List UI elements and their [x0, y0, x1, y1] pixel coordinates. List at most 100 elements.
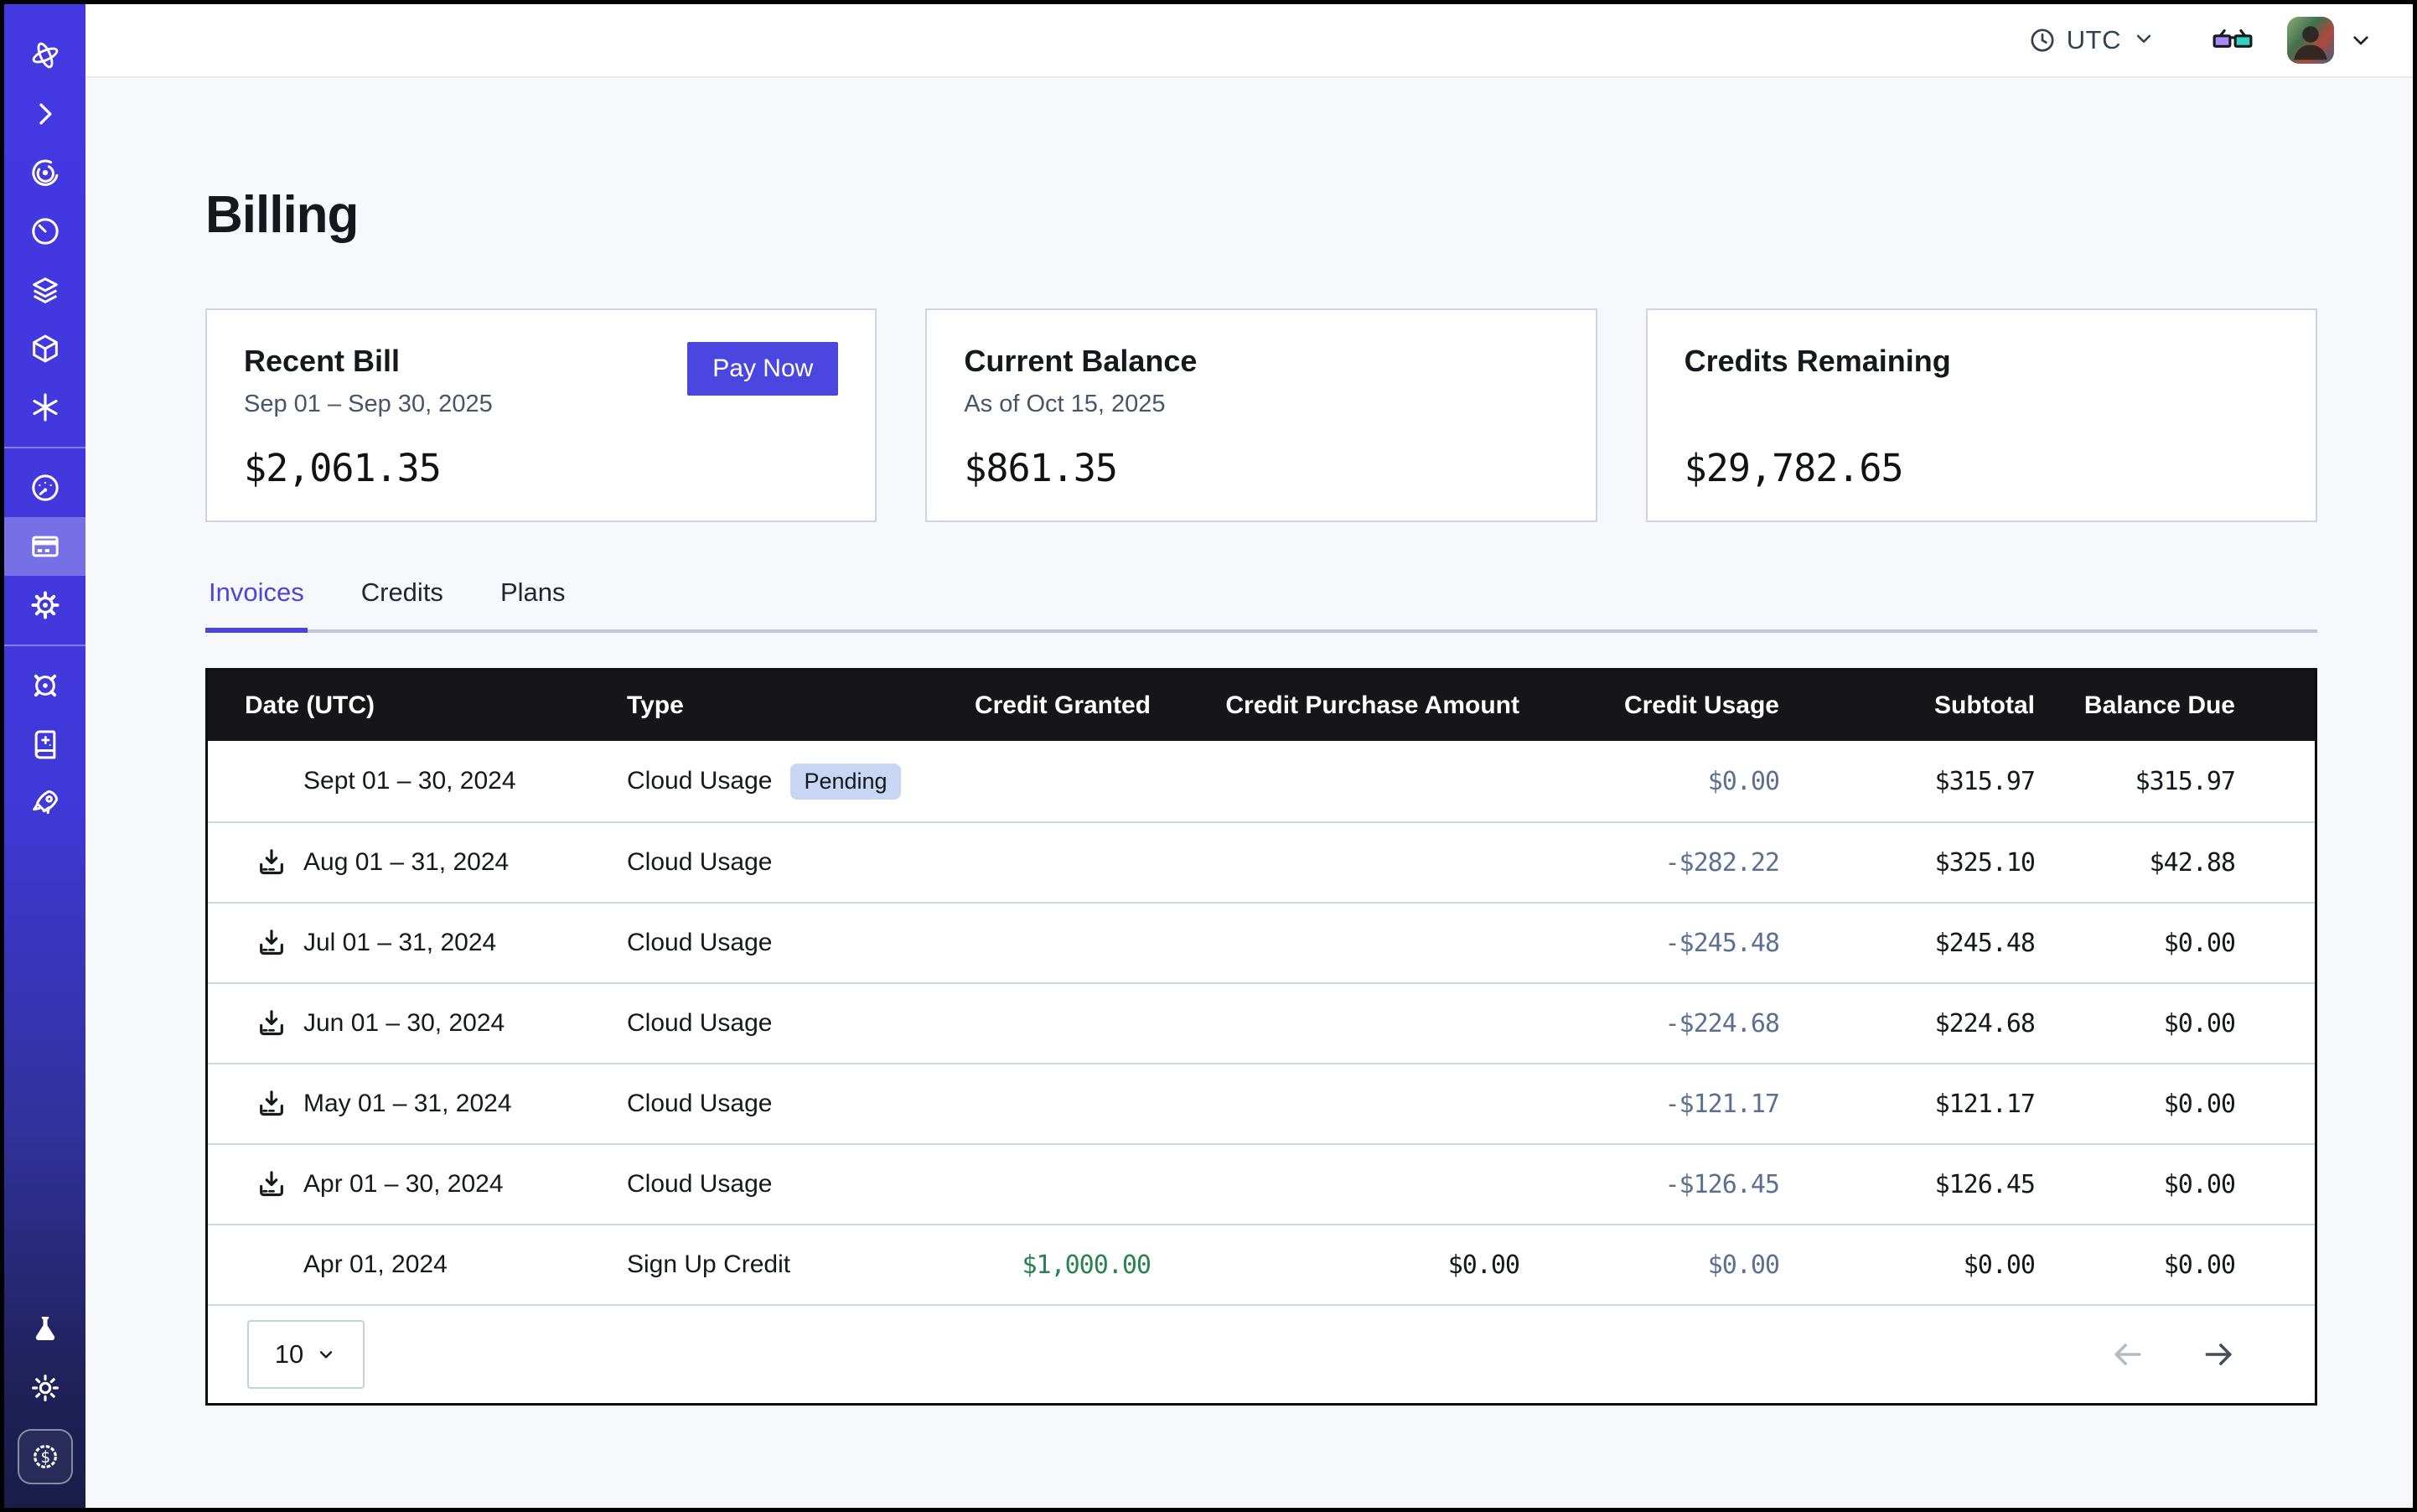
tab-credits[interactable]: Credits [358, 577, 447, 633]
card-title: Credits Remaining [1685, 344, 2279, 379]
sidebar-item-theme[interactable] [4, 1359, 85, 1417]
pay-now-button[interactable]: Pay Now [687, 342, 838, 396]
download-icon[interactable] [255, 926, 288, 960]
sidebar: $ [4, 4, 85, 1508]
summary-cards: Recent Bill Sep 01 – Sep 30, 2025 $2,061… [205, 308, 2317, 522]
previous-page-button[interactable] [2109, 1336, 2145, 1373]
card-subtitle [1685, 391, 2279, 421]
table-footer: 10 [208, 1304, 2315, 1403]
cube-icon [28, 332, 62, 365]
asterisk-icon [28, 391, 62, 424]
subtotal-value: $325.10 [1779, 848, 2035, 878]
invoice-type: Cloud Usage [627, 848, 772, 877]
sidebar-item-labs[interactable] [4, 1300, 85, 1359]
pagination-arrows [2109, 1336, 2238, 1373]
current-balance-card: Current Balance As of Oct 15, 2025 $861.… [925, 308, 1597, 522]
column-header: Balance Due [2035, 691, 2235, 720]
download-icon[interactable] [255, 1007, 288, 1040]
sidebar-item-billing[interactable] [4, 517, 85, 576]
user-avatar[interactable] [2287, 17, 2334, 64]
invoice-type: Cloud Usage [627, 1009, 772, 1038]
credit-usage-value: -$245.48 [1519, 929, 1779, 958]
sidebar-item-credits-badge[interactable]: $ [18, 1429, 73, 1484]
credit-usage-value: -$282.22 [1519, 848, 1779, 878]
credit-usage-value: -$126.45 [1519, 1170, 1779, 1199]
column-header: Credit Usage [1519, 691, 1779, 720]
tab-invoices[interactable]: Invoices [205, 577, 308, 633]
book-sparkles-icon [28, 728, 62, 761]
balance-due-value: $0.00 [2035, 1170, 2235, 1199]
column-header: Subtotal [1779, 691, 2035, 720]
subtotal-value: $315.97 [1779, 767, 2035, 796]
coin-icon: $ [28, 1440, 62, 1473]
sidebar-item-cube[interactable] [4, 319, 85, 378]
sidebar-item-expand[interactable] [4, 85, 85, 143]
chevron-down-icon [2131, 26, 2156, 55]
page-title: Billing [205, 185, 2317, 245]
3d-glasses-icon [2212, 27, 2254, 54]
invoices-table: Date (UTC) Type Credit Granted Credit Pu… [205, 668, 2317, 1406]
invoice-date: Aug 01 – 31, 2024 [303, 848, 509, 877]
download-icon[interactable] [255, 1168, 288, 1201]
card-subtitle: As of Oct 15, 2025 [964, 391, 1558, 421]
invoice-date: Sept 01 – 30, 2024 [303, 767, 516, 795]
flask-icon [28, 1313, 62, 1346]
main-content: Billing Recent Bill Sep 01 – Sep 30, 202… [85, 78, 2413, 1508]
billing-card-icon [28, 530, 62, 563]
next-page-button[interactable] [2201, 1336, 2238, 1373]
timezone-selector[interactable]: UTC [2028, 25, 2156, 55]
sidebar-item-usage[interactable] [4, 458, 85, 517]
sidebar-item-logo[interactable] [4, 26, 85, 85]
table-row: Apr 01 – 30, 2024 Cloud Usage -$126.45 $… [208, 1143, 2315, 1224]
chevron-down-icon [315, 1344, 337, 1365]
page-size-select[interactable]: 10 [247, 1320, 365, 1389]
recent-bill-amount: $2,061.35 [244, 446, 838, 490]
table-row: Aug 01 – 31, 2024 Cloud Usage -$282.22 $… [208, 821, 2315, 902]
chevron-right-icon [28, 97, 62, 131]
table-row: Apr 01, 2024 Sign Up Credit $1,000.00 $0… [208, 1224, 2315, 1304]
sidebar-divider [4, 645, 85, 646]
table-body: Sept 01 – 30, 2024 Cloud Usage Pending $… [208, 741, 2315, 1304]
billing-tabs: Invoices Credits Plans [205, 577, 2317, 633]
sidebar-item-layers[interactable] [4, 261, 85, 319]
credit-purchase-value: $0.00 [1151, 1251, 1519, 1280]
credits-remaining-card: Credits Remaining $29,782.65 [1646, 308, 2317, 522]
avatar-silhouette [2287, 17, 2334, 64]
recent-bill-card: Recent Bill Sep 01 – Sep 30, 2025 $2,061… [205, 308, 877, 522]
page-size-value: 10 [275, 1339, 303, 1370]
subtotal-value: $245.48 [1779, 929, 2035, 958]
user-menu-chevron-icon[interactable] [2347, 27, 2374, 54]
sidebar-item-getting-started[interactable] [4, 774, 85, 832]
sidebar-item-timer[interactable] [4, 202, 85, 261]
table-row: Jul 01 – 31, 2024 Cloud Usage -$245.48 $… [208, 902, 2315, 982]
column-header: Credit Granted [950, 691, 1151, 720]
balance-due-value: $0.00 [2035, 1090, 2235, 1119]
sidebar-item-docs[interactable] [4, 715, 85, 774]
invoice-date: May 01 – 31, 2024 [303, 1090, 512, 1118]
table-row: Sept 01 – 30, 2024 Cloud Usage Pending $… [208, 741, 2315, 821]
layers-icon [28, 273, 62, 307]
subtotal-value: $0.00 [1779, 1251, 2035, 1280]
balance-due-value: $0.00 [2035, 1251, 2235, 1280]
sidebar-item-helm[interactable] [4, 656, 85, 715]
invoice-date: Apr 01, 2024 [303, 1251, 448, 1279]
download-icon[interactable] [255, 1087, 288, 1121]
invoice-type: Cloud Usage [627, 1170, 772, 1199]
credit-usage-value: -$121.17 [1519, 1090, 1779, 1119]
timer-icon [28, 215, 62, 248]
credit-usage-value: $0.00 [1519, 767, 1779, 796]
credit-usage-value: -$224.68 [1519, 1009, 1779, 1038]
balance-due-value: $0.00 [2035, 1009, 2235, 1038]
sidebar-item-settings[interactable] [4, 576, 85, 634]
demo-mode-button[interactable] [2212, 27, 2254, 54]
table-row: May 01 – 31, 2024 Cloud Usage -$121.17 $… [208, 1063, 2315, 1143]
tab-plans[interactable]: Plans [497, 577, 569, 633]
subtotal-value: $224.68 [1779, 1009, 2035, 1038]
sidebar-item-spiral[interactable] [4, 143, 85, 202]
rocket-icon [28, 786, 62, 820]
column-header: Type [593, 691, 950, 720]
invoice-date: Apr 01 – 30, 2024 [303, 1170, 504, 1199]
download-icon[interactable] [255, 846, 288, 879]
table-row: Jun 01 – 30, 2024 Cloud Usage -$224.68 $… [208, 982, 2315, 1063]
sidebar-item-asterisk[interactable] [4, 378, 85, 437]
